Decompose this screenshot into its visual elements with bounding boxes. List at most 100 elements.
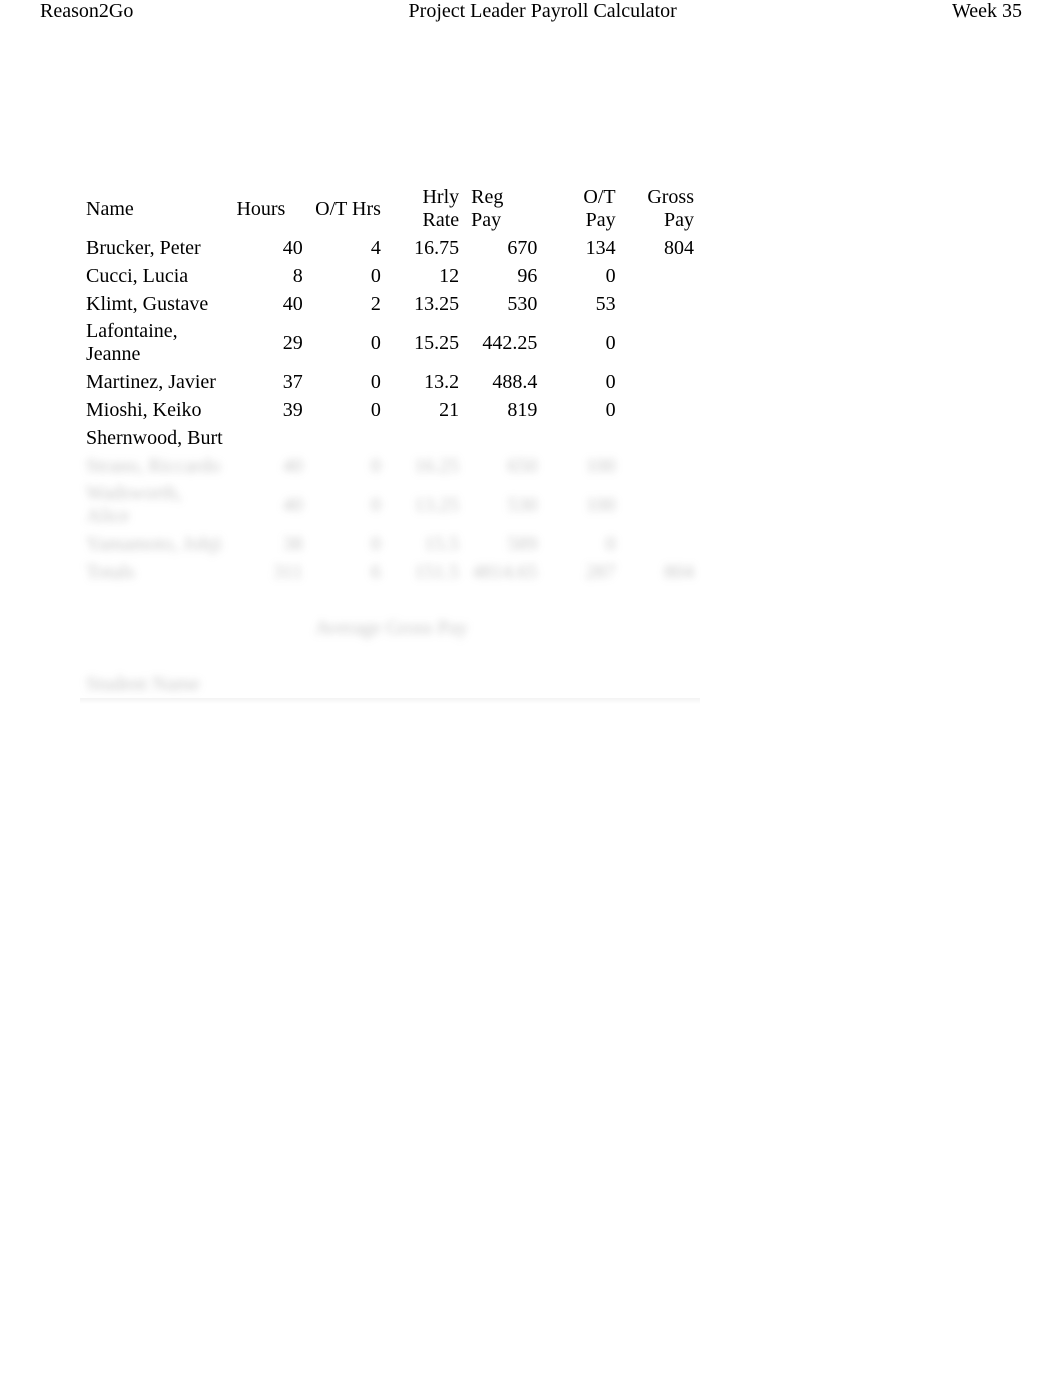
table-row: Klimt, Gustave 40 2 13.25 530 53 <box>80 290 700 318</box>
cell-ot: 0 <box>543 262 621 290</box>
footer-row: Student Name <box>80 670 700 698</box>
col-ot-pay: O/T Pay <box>543 184 621 234</box>
totals-ot: 287 <box>543 558 621 586</box>
avg-label: Average Gross Pay <box>309 614 544 642</box>
cell-ot: 100 <box>543 452 621 480</box>
payroll-table: Name Hours O/T Hrs Hrly Rate Reg Pay O/T… <box>80 100 700 704</box>
cell-reg: 96 <box>465 262 543 290</box>
cell-hours <box>230 424 308 452</box>
table-row: Shernwood, Burt <box>80 424 700 452</box>
cell-reg: 670 <box>465 234 543 262</box>
cell-othrs: 0 <box>309 530 387 558</box>
cell-hours: 29 <box>230 318 308 368</box>
cell-hours: 40 <box>230 290 308 318</box>
cell-name: Klimt, Gustave <box>80 290 230 318</box>
table-row-blurred: Wadsworth, Alice 40 0 13.25 530 100 <box>80 480 700 530</box>
cell-rate <box>387 424 465 452</box>
cell-gross <box>622 262 700 290</box>
col-gross-pay: Gross Pay <box>622 184 700 234</box>
cell-name: Mioshi, Keiko <box>80 396 230 424</box>
cell-gross: 804 <box>622 234 700 262</box>
totals-rate: 151.5 <box>387 558 465 586</box>
cell-reg: 442.25 <box>465 318 543 368</box>
header-center: Project Leader Payroll Calculator <box>409 0 677 23</box>
table-row-blurred: Yamamoto, Johji 38 0 15.5 589 0 <box>80 530 700 558</box>
col-name: Name <box>80 184 230 234</box>
cell-othrs: 0 <box>309 262 387 290</box>
page-header: Reason2Go Project Leader Payroll Calcula… <box>0 0 1062 30</box>
cell-hours: 39 <box>230 396 308 424</box>
cell-othrs: 0 <box>309 452 387 480</box>
cell-rate: 21 <box>387 396 465 424</box>
cell-ot <box>543 424 621 452</box>
cell-othrs: 0 <box>309 318 387 368</box>
table-row: Martinez, Javier 37 0 13.2 488.4 0 <box>80 368 700 396</box>
cell-hours: 37 <box>230 368 308 396</box>
cell-rate: 13.25 <box>387 480 465 530</box>
cell-reg: 530 <box>465 290 543 318</box>
cell-gross <box>622 424 700 452</box>
cell-name: Martinez, Javier <box>80 368 230 396</box>
student-name-label: Student Name <box>80 670 230 698</box>
cell-ot: 134 <box>543 234 621 262</box>
cell-othrs: 0 <box>309 396 387 424</box>
cell-ot: 53 <box>543 290 621 318</box>
cell-name: Lafontaine, Jeanne <box>80 318 230 368</box>
table-header-row: Name Hours O/T Hrs Hrly Rate Reg Pay O/T… <box>80 184 700 234</box>
cell-othrs: 0 <box>309 480 387 530</box>
cell-gross <box>622 480 700 530</box>
cell-othrs: 4 <box>309 234 387 262</box>
cell-ot: 100 <box>543 480 621 530</box>
cell-othrs <box>309 424 387 452</box>
totals-label: Totals <box>80 558 230 586</box>
cell-name: Strano, Riccardo <box>80 452 230 480</box>
totals-reg: 4814.65 <box>465 558 543 586</box>
cell-ot: 0 <box>543 318 621 368</box>
cell-rate: 12 <box>387 262 465 290</box>
cell-reg <box>465 424 543 452</box>
col-reg-pay: Reg Pay <box>465 184 543 234</box>
table-row: Lafontaine, Jeanne 29 0 15.25 442.25 0 <box>80 318 700 368</box>
cell-rate: 16.75 <box>387 234 465 262</box>
cell-hours: 8 <box>230 262 308 290</box>
totals-othrs: 6 <box>309 558 387 586</box>
cell-hours: 40 <box>230 480 308 530</box>
cell-hours: 40 <box>230 234 308 262</box>
cell-gross <box>622 368 700 396</box>
cell-ot: 0 <box>543 396 621 424</box>
cell-gross <box>622 452 700 480</box>
col-hrly-rate: Hrly Rate <box>387 184 465 234</box>
cell-reg: 530 <box>465 480 543 530</box>
cell-reg: 589 <box>465 530 543 558</box>
table-row: Cucci, Lucia 8 0 12 96 0 <box>80 262 700 290</box>
cell-rate: 15.25 <box>387 318 465 368</box>
cell-name: Shernwood, Burt <box>80 424 230 452</box>
cell-rate: 16.25 <box>387 452 465 480</box>
cell-rate: 13.2 <box>387 368 465 396</box>
avg-row: Average Gross Pay <box>80 614 700 642</box>
cell-rate: 13.25 <box>387 290 465 318</box>
payroll-table-wrap: Name Hours O/T Hrs Hrly Rate Reg Pay O/T… <box>80 100 700 704</box>
totals-hours: 311 <box>230 558 308 586</box>
header-right: Week 35 <box>952 0 1022 23</box>
cell-reg: 488.4 <box>465 368 543 396</box>
table-row: Brucker, Peter 40 4 16.75 670 134 804 <box>80 234 700 262</box>
table-row-blurred: Strano, Riccardo 40 0 16.25 650 100 <box>80 452 700 480</box>
cell-name: Yamamoto, Johji <box>80 530 230 558</box>
totals-row: Totals 311 6 151.5 4814.65 287 804 <box>80 558 700 586</box>
cell-reg: 819 <box>465 396 543 424</box>
cell-reg: 650 <box>465 452 543 480</box>
col-hours: Hours <box>230 184 308 234</box>
table-row: Mioshi, Keiko 39 0 21 819 0 <box>80 396 700 424</box>
cell-gross <box>622 530 700 558</box>
cell-othrs: 0 <box>309 368 387 396</box>
cell-gross <box>622 318 700 368</box>
cell-hours: 38 <box>230 530 308 558</box>
cell-hours: 40 <box>230 452 308 480</box>
totals-gross: 804 <box>622 558 700 586</box>
col-ot-hrs: O/T Hrs <box>309 184 387 234</box>
cell-rate: 15.5 <box>387 530 465 558</box>
cell-name: Wadsworth, Alice <box>80 480 230 530</box>
cell-ot: 0 <box>543 368 621 396</box>
cell-name: Cucci, Lucia <box>80 262 230 290</box>
